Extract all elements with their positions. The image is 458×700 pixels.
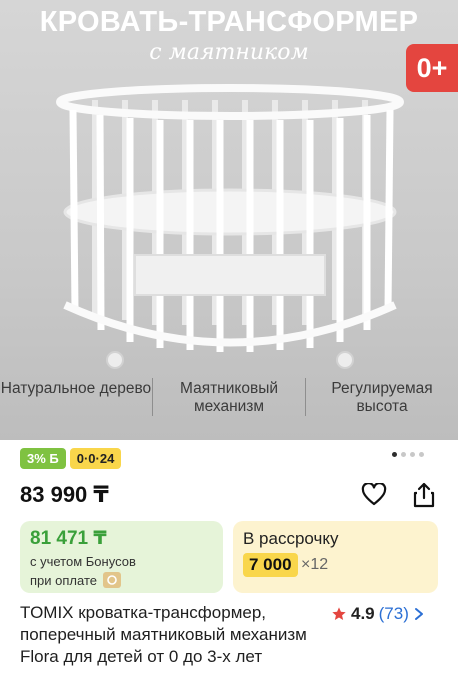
installment-badge: 0·0·24	[69, 448, 122, 469]
reviews-count: (73)	[378, 604, 409, 623]
age-badge: 0+	[406, 44, 458, 92]
image-title: КРОВАТЬ-ТРАНСФОРМЕР	[39, 6, 419, 38]
feature-item: Маятниковый механизм	[152, 378, 305, 416]
heart-icon	[361, 483, 387, 506]
installment-multiplier: ×12	[301, 556, 329, 573]
share-button[interactable]	[409, 480, 439, 510]
bonus-note: с учетом Бонусов	[30, 554, 136, 569]
wishlist-button[interactable]	[359, 480, 389, 510]
carousel-dot[interactable]	[392, 452, 397, 457]
product-price: 83 990 ₸	[20, 482, 109, 507]
carousel-dot[interactable]	[419, 452, 424, 457]
rating-link[interactable]: 4.9 (73)	[331, 604, 425, 624]
star-icon	[332, 607, 346, 620]
bonus-price-card[interactable]: 81 471 ₸ с учетом Бонусов при оплате	[20, 521, 223, 593]
bonus-price: 81 471 ₸	[30, 528, 107, 549]
crib-illustration	[56, 84, 404, 369]
bonus-coin-icon	[102, 572, 121, 588]
installment-amount: 7 000	[243, 553, 298, 577]
installment-card[interactable]: В рассрочку 7 000 ×12	[233, 521, 438, 593]
bonus-note: при оплате	[30, 572, 121, 588]
feature-item: Натуральное дерево	[0, 380, 152, 397]
promo-badges: 3% Б 0·0·24	[20, 448, 122, 469]
product-image[interactable]: КРОВАТЬ-ТРАНСФОРМЕР с маятником 0+ Натур…	[0, 0, 458, 440]
bonus-note-text: при оплате	[30, 572, 97, 588]
carousel-dot[interactable]	[401, 452, 406, 457]
chevron-right-icon	[414, 608, 423, 620]
bonus-badge: 3% Б	[20, 448, 66, 469]
carousel-indicator	[392, 452, 424, 457]
share-icon	[413, 482, 435, 508]
carousel-dot[interactable]	[410, 452, 415, 457]
image-subtitle: с маятником	[149, 40, 309, 65]
rating-value: 4.9	[351, 604, 375, 623]
product-info: 3% Б 0·0·24 83 990 ₸ 81 471 ₸ с учетом Б…	[0, 440, 458, 700]
installment-label: В рассрочку	[243, 529, 339, 548]
feature-list: Натуральное дерево Маятниковый механизм …	[0, 378, 458, 416]
feature-item: Регулируемая высота	[305, 378, 458, 416]
product-title: TOMIX кроватка-трансформер, поперечный м…	[20, 603, 307, 666]
